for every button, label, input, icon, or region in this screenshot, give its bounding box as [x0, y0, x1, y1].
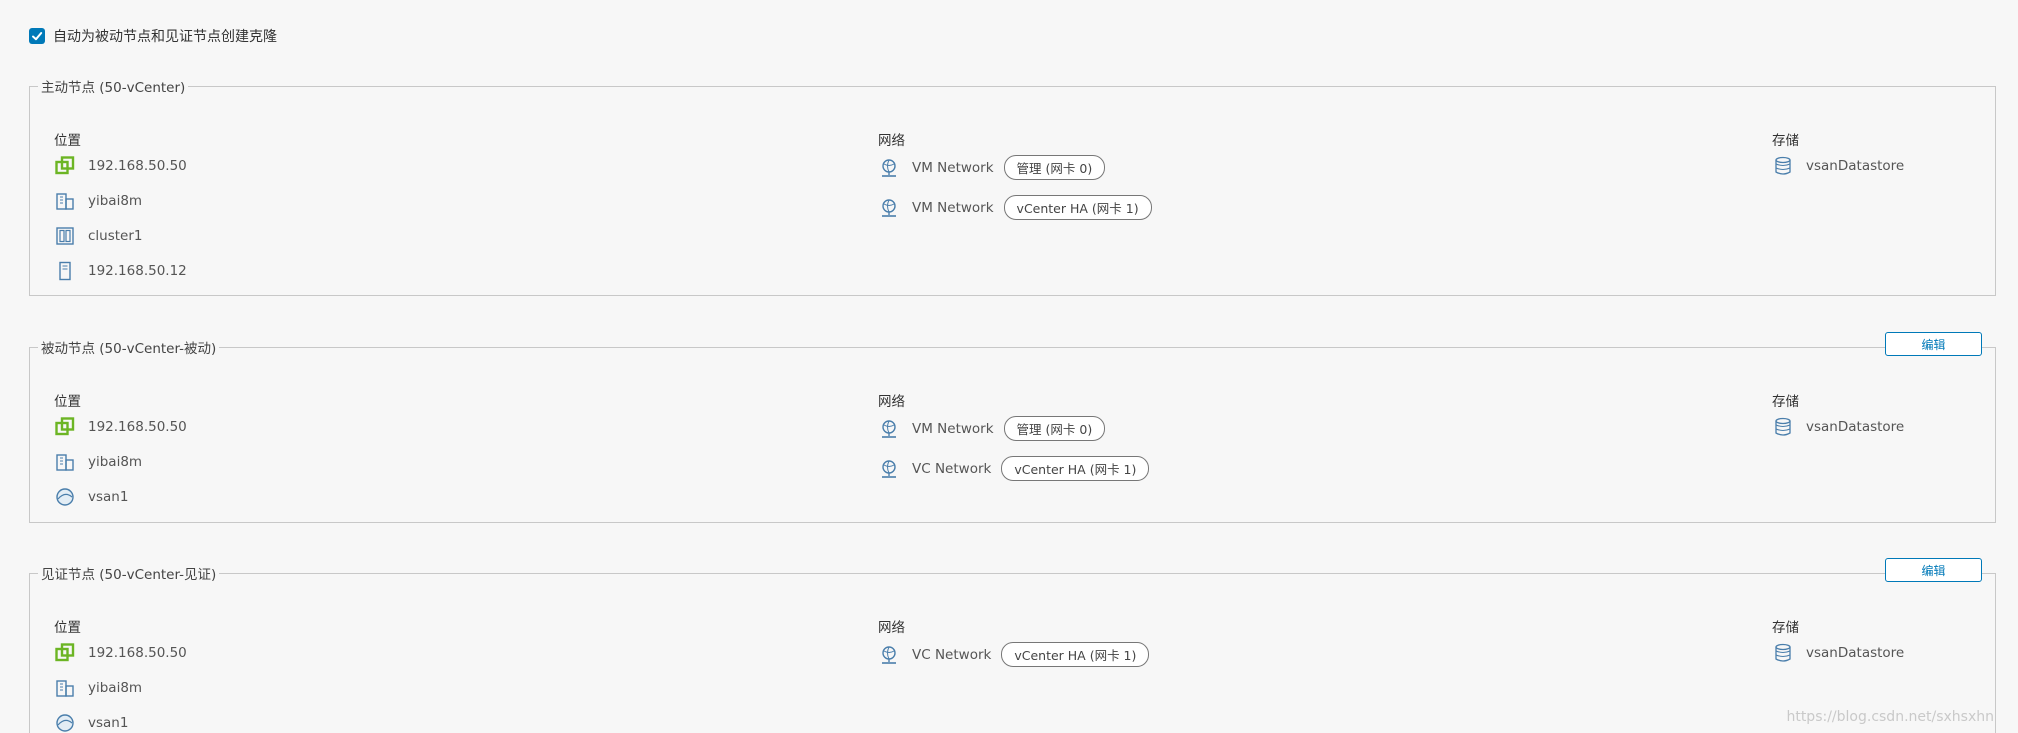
storage-name: vsanDatastore [1806, 419, 1905, 435]
datacenter-icon [54, 190, 76, 212]
network-name: VM Network [912, 159, 994, 176]
vsan-icon [54, 712, 76, 733]
storage-name: vsanDatastore [1806, 645, 1905, 661]
network-icon [878, 197, 900, 219]
datacenter-icon [54, 451, 76, 473]
location-text: vsan1 [88, 489, 129, 505]
network-icon [878, 418, 900, 440]
location-column-title: 位置 [54, 133, 81, 149]
network-adapter-tag: vCenter HA (网卡 1) [1001, 642, 1150, 667]
vcenter-host-icon [54, 416, 76, 438]
network-column-title: 网络 [878, 133, 905, 149]
location-item-datacenter[interactable]: yibai8m [54, 677, 142, 699]
location-item-vcenter[interactable]: 192.168.50.50 [54, 155, 187, 177]
network-icon [878, 644, 900, 666]
storage-item[interactable]: vsanDatastore [1772, 155, 1904, 177]
storage-column-title: 存储 [1772, 133, 1799, 149]
location-text: 192.168.50.12 [88, 263, 187, 279]
storage-item[interactable]: vsanDatastore [1772, 642, 1904, 664]
datacenter-icon [54, 677, 76, 699]
network-adapter-tag: 管理 (网卡 0) [1003, 155, 1106, 180]
storage-name: vsanDatastore [1806, 158, 1905, 174]
network-name: VM Network [912, 199, 994, 216]
location-text: yibai8m [88, 454, 143, 470]
watermark: https://blog.csdn.net/sxhsxhn [1786, 709, 1994, 725]
network-item[interactable]: VC Network vCenter HA (网卡 1) [878, 642, 1150, 667]
network-name: VC Network [912, 460, 992, 477]
network-column-title: 网络 [878, 620, 905, 636]
datastore-icon [1772, 416, 1794, 438]
location-text: 192.168.50.50 [88, 645, 187, 661]
location-text: cluster1 [88, 228, 143, 244]
datastore-icon [1772, 642, 1794, 664]
location-item-vsan[interactable]: vsan1 [54, 712, 128, 733]
location-item-cluster[interactable]: cluster1 [54, 225, 143, 247]
location-column-title: 位置 [54, 394, 81, 410]
location-item-datacenter[interactable]: yibai8m [54, 451, 142, 473]
location-item-datacenter[interactable]: yibai8m [54, 190, 142, 212]
network-item[interactable]: VM Network 管理 (网卡 0) [878, 155, 1106, 180]
location-text: yibai8m [88, 680, 143, 696]
network-column-title: 网络 [878, 394, 905, 410]
auto-clone-option[interactable]: 自动为被动节点和见证节点创建克隆 [29, 26, 277, 46]
vsan-icon [54, 486, 76, 508]
auto-clone-label: 自动为被动节点和见证节点创建克隆 [53, 29, 277, 45]
network-item[interactable]: VM Network 管理 (网卡 0) [878, 416, 1106, 441]
network-icon [878, 157, 900, 179]
network-icon [878, 458, 900, 480]
location-text: yibai8m [88, 193, 143, 209]
auto-clone-checkbox[interactable] [29, 28, 45, 44]
passive-node-title: 被动节点 (50-vCenter-被动) [41, 341, 217, 357]
vcenter-host-icon [54, 642, 76, 664]
location-item-vsan[interactable]: vsan1 [54, 486, 128, 508]
passive-node-edit-button[interactable]: 编辑 [1885, 332, 1982, 356]
location-item-vcenter[interactable]: 192.168.50.50 [54, 642, 187, 664]
location-item-vcenter[interactable]: 192.168.50.50 [54, 416, 187, 438]
storage-item[interactable]: vsanDatastore [1772, 416, 1904, 438]
storage-column-title: 存储 [1772, 620, 1799, 636]
network-adapter-tag: 管理 (网卡 0) [1003, 416, 1106, 441]
passive-node-section: 被动节点 (50-vCenter-被动) 位置 192.168.50.50 yi… [29, 337, 1996, 523]
network-name: VC Network [912, 646, 992, 663]
storage-column-title: 存储 [1772, 394, 1799, 410]
active-node-section: 主动节点 (50-vCenter) 位置 192.168.50.50 yibai… [29, 76, 1996, 296]
vcha-clone-settings: 自动为被动节点和见证节点创建克隆 主动节点 (50-vCenter) 位置 19… [0, 0, 2018, 733]
checkmark-icon [32, 32, 43, 41]
location-text: 192.168.50.50 [88, 419, 187, 435]
active-node-title: 主动节点 (50-vCenter) [41, 80, 186, 96]
witness-node-edit-button[interactable]: 编辑 [1885, 558, 1982, 582]
network-item[interactable]: VM Network vCenter HA (网卡 1) [878, 195, 1152, 220]
location-text: 192.168.50.50 [88, 158, 187, 174]
witness-node-section: 见证节点 (50-vCenter-见证) 位置 192.168.50.50 yi… [29, 563, 1996, 733]
witness-node-title: 见证节点 (50-vCenter-见证) [41, 567, 217, 583]
datastore-icon [1772, 155, 1794, 177]
location-text: vsan1 [88, 715, 129, 731]
network-adapter-tag: vCenter HA (网卡 1) [1001, 456, 1150, 481]
cluster-icon [54, 225, 76, 247]
location-column-title: 位置 [54, 620, 81, 636]
location-item-host[interactable]: 192.168.50.12 [54, 260, 187, 282]
network-item[interactable]: VC Network vCenter HA (网卡 1) [878, 456, 1150, 481]
network-adapter-tag: vCenter HA (网卡 1) [1003, 195, 1152, 220]
host-icon [54, 260, 76, 282]
network-name: VM Network [912, 420, 994, 437]
vcenter-host-icon [54, 155, 76, 177]
